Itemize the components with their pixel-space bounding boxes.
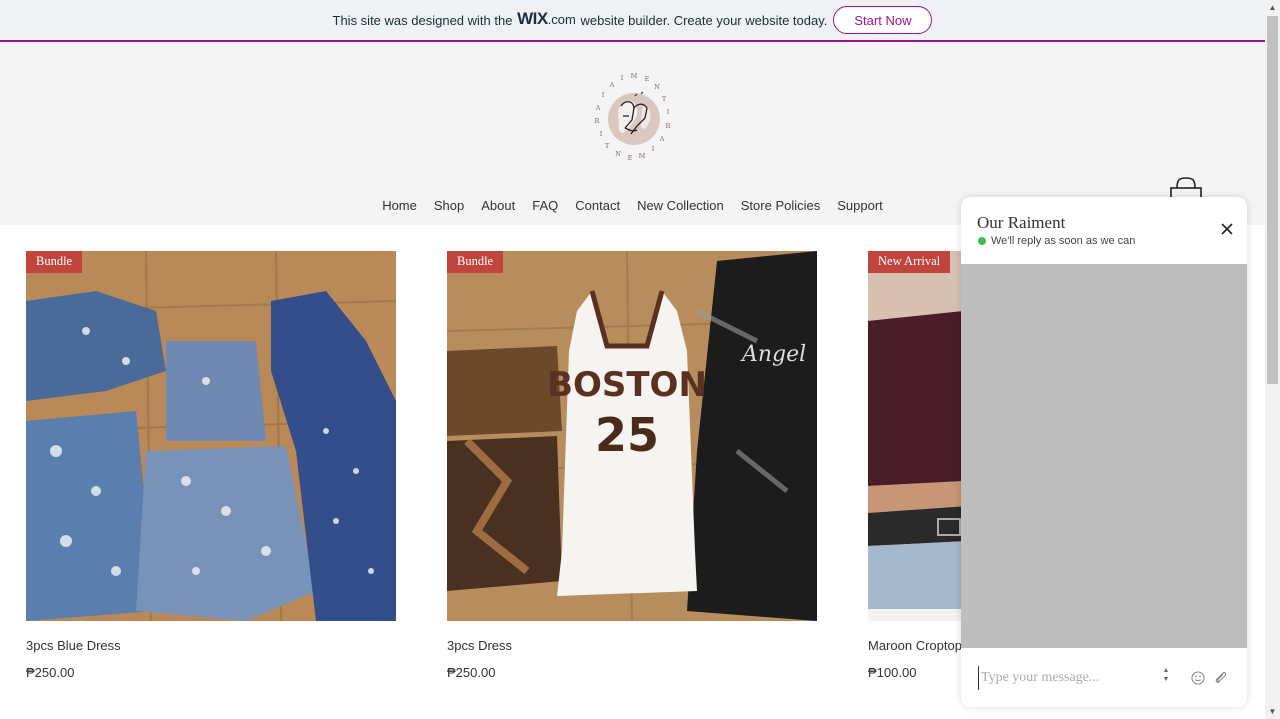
scroll-down-arrow-icon[interactable]: ▼ xyxy=(1265,704,1280,719)
svg-text:E: E xyxy=(628,154,633,162)
product-price: ₱250.00 xyxy=(26,665,75,680)
svg-text:I: I xyxy=(652,145,655,153)
product-image[interactable]: Bundle xyxy=(26,251,396,621)
svg-text:I: I xyxy=(602,91,605,99)
product-card[interactable]: Bundle 3pcs Blue Dress ₱250.00 xyxy=(26,251,396,680)
scroll-stepper[interactable]: ▲ ▼ xyxy=(1159,666,1173,686)
scroll-up-arrow-icon[interactable]: ▲ xyxy=(1265,0,1280,15)
svg-text:M: M xyxy=(639,152,646,160)
number-text: 25 xyxy=(595,408,659,462)
svg-text:E: E xyxy=(645,75,650,83)
nav-about[interactable]: About xyxy=(473,198,524,213)
emoji-icon[interactable] xyxy=(1191,671,1205,685)
nav-support[interactable]: Support xyxy=(829,198,892,213)
banner-text-after: website builder. Create your website tod… xyxy=(580,12,828,28)
svg-text:A: A xyxy=(609,81,615,89)
page-scrollbar[interactable]: ▲ ▼ xyxy=(1265,0,1280,719)
svg-text:N: N xyxy=(615,150,621,158)
nav-shop[interactable]: Shop xyxy=(425,198,472,213)
product-name[interactable]: 3pcs Dress xyxy=(447,638,817,653)
product-card[interactable]: Bundle Angel BOSTON 25 3pcs Dress ₱250.0… xyxy=(447,251,817,680)
boston-dress-image: Angel BOSTON 25 xyxy=(447,251,817,621)
chat-status: We'll reply as soon as we can xyxy=(978,235,1135,247)
chat-widget: Our Raiment We'll reply as soon as we ca… xyxy=(961,197,1247,707)
chat-status-text: We'll reply as soon as we can xyxy=(991,235,1136,247)
close-icon[interactable] xyxy=(1219,221,1235,237)
product-badge: New Arrival xyxy=(868,251,951,273)
svg-text:I: I xyxy=(600,130,603,138)
banner-text-before: This site was designed with the xyxy=(332,12,513,28)
svg-text:M: M xyxy=(631,72,638,80)
svg-text:R: R xyxy=(666,122,672,130)
online-status-dot xyxy=(978,237,986,245)
svg-text:R: R xyxy=(595,117,601,125)
svg-text:I: I xyxy=(621,74,624,82)
chat-header: Our Raiment We'll reply as soon as we ca… xyxy=(961,197,1247,264)
angel-text: Angel xyxy=(740,342,806,367)
product-badge: Bundle xyxy=(447,251,504,273)
svg-text:I: I xyxy=(667,108,670,116)
scrollbar-thumb[interactable] xyxy=(1267,16,1278,384)
nav-faq[interactable]: FAQ xyxy=(524,198,567,213)
chat-message-input[interactable] xyxy=(978,666,1163,690)
boston-text: BOSTON xyxy=(547,365,707,405)
svg-text:A: A xyxy=(595,104,601,112)
product-price: ₱250.00 xyxy=(447,665,496,680)
svg-text:T: T xyxy=(605,142,610,150)
raiment-logo[interactable]: M EN TIR AIM ENT IRA IAI xyxy=(585,70,683,168)
svg-text:T: T xyxy=(662,95,667,103)
nav-store-policies[interactable]: Store Policies xyxy=(732,198,828,213)
chat-title: Our Raiment xyxy=(977,213,1066,232)
nav-new-collection[interactable]: New Collection xyxy=(629,198,733,213)
blue-dress-image xyxy=(26,251,396,621)
nav-home[interactable]: Home xyxy=(374,198,426,213)
attachment-icon[interactable] xyxy=(1213,670,1227,684)
nav-contact[interactable]: Contact xyxy=(567,198,629,213)
product-badge: Bundle xyxy=(26,251,83,273)
wix-banner: This site was designed with the WIX.com … xyxy=(0,0,1265,42)
chat-input-bar: ▲▼ xyxy=(961,648,1247,707)
wix-logo: WIX.com xyxy=(517,9,576,28)
product-name[interactable]: 3pcs Blue Dress xyxy=(26,638,396,653)
svg-text:A: A xyxy=(659,135,665,143)
chat-messages-area xyxy=(961,264,1247,648)
svg-text:N: N xyxy=(654,83,660,91)
start-now-button[interactable]: Start Now xyxy=(833,6,933,34)
product-image[interactable]: Bundle Angel BOSTON 25 xyxy=(447,251,817,621)
